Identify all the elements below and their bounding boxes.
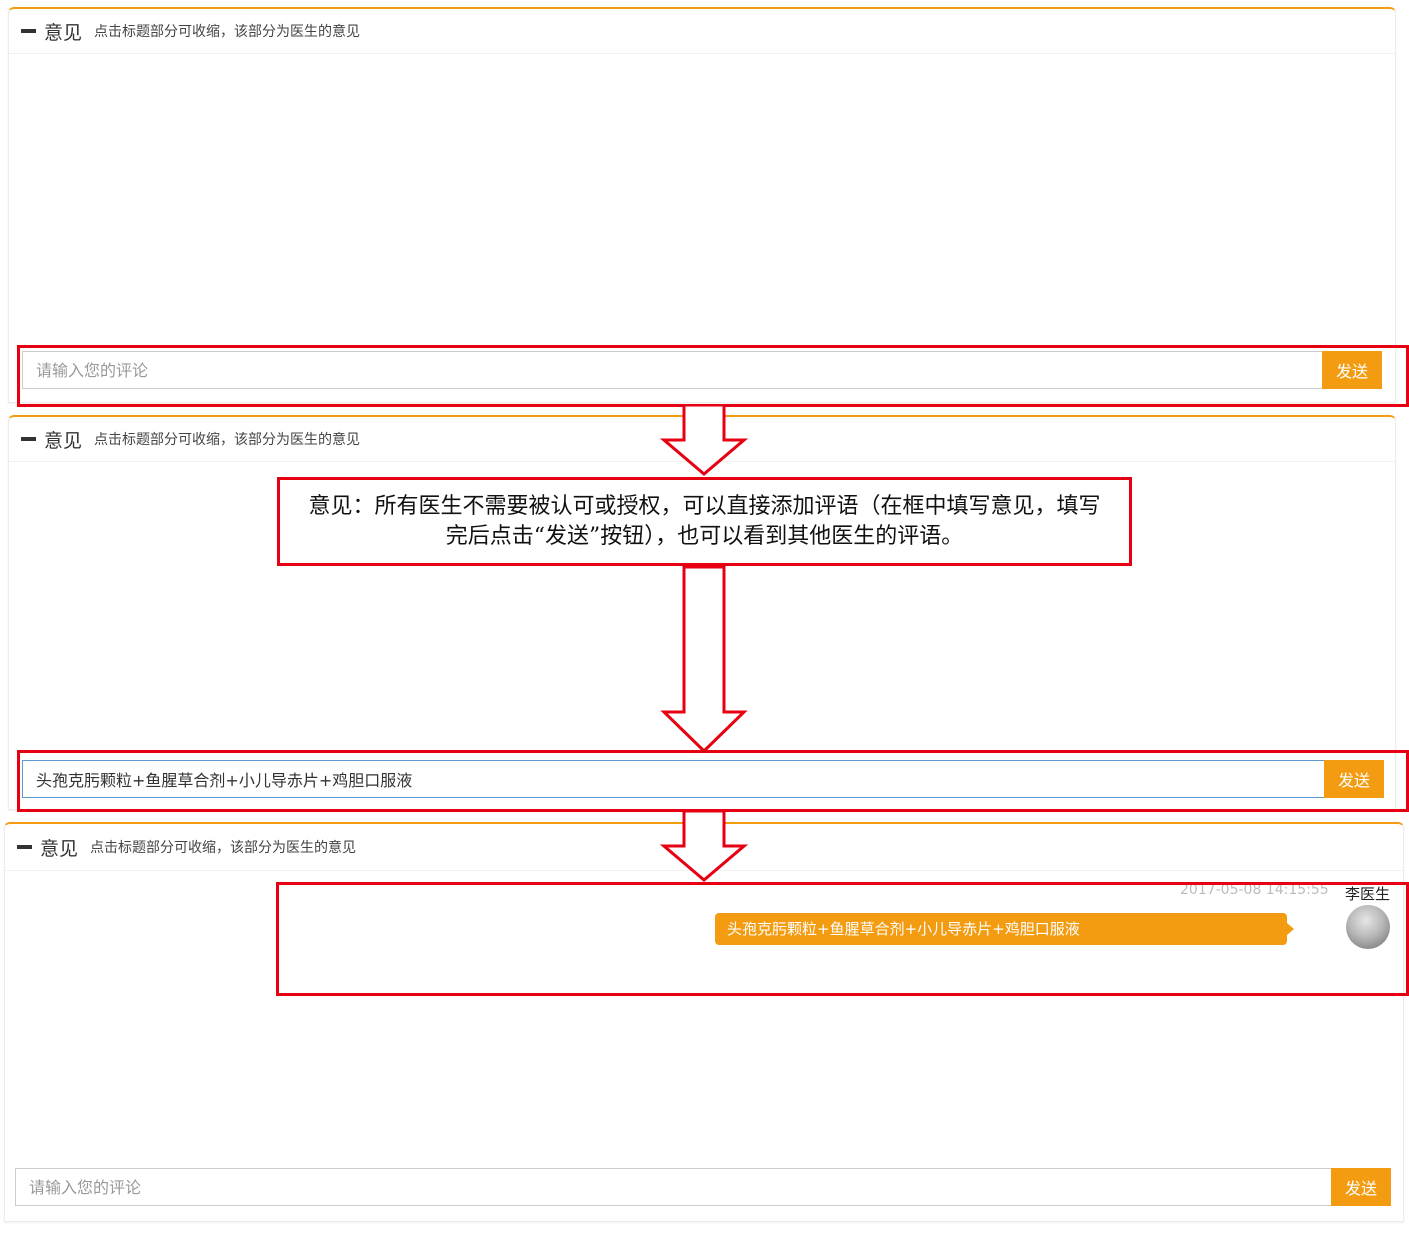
annotation-highlight-input-2 xyxy=(17,750,1409,812)
annotation-highlight-comment xyxy=(276,882,1409,996)
instruction-text: 意见：所有医生不需要被认可或授权，可以直接添加评语（在框中填写意见，填写完后点击… xyxy=(308,493,1101,549)
panel-title: 意见 xyxy=(40,837,79,860)
panel-hint: 点击标题部分可收缩，该部分为医生的意见 xyxy=(90,840,357,856)
comment-input-row-3: 发送 xyxy=(15,1168,1391,1206)
down-arrow-2-icon xyxy=(660,566,748,754)
down-arrow-1-icon xyxy=(660,404,748,476)
panel-header[interactable]: 意见 点击标题部分可收缩，该部分为医生的意见 xyxy=(9,9,1395,54)
panel-title: 意见 xyxy=(44,21,83,44)
panel-title: 意见 xyxy=(44,429,83,452)
collapse-minus-icon[interactable] xyxy=(21,29,36,33)
annotation-highlight-input-1 xyxy=(17,345,1409,407)
opinion-panel-1: 意见 点击标题部分可收缩，该部分为医生的意见 xyxy=(8,7,1396,403)
panel-hint: 点击标题部分可收缩，该部分为医生的意见 xyxy=(94,24,361,40)
collapse-minus-icon[interactable] xyxy=(21,437,36,441)
panel-hint: 点击标题部分可收缩，该部分为医生的意见 xyxy=(94,432,361,448)
instruction-callout: 意见：所有医生不需要被认可或授权，可以直接添加评语（在框中填写意见，填写完后点击… xyxy=(277,477,1132,566)
comment-input[interactable] xyxy=(15,1168,1331,1206)
collapse-minus-icon[interactable] xyxy=(17,845,32,849)
send-button[interactable]: 发送 xyxy=(1331,1168,1391,1206)
down-arrow-3-icon xyxy=(660,810,748,882)
